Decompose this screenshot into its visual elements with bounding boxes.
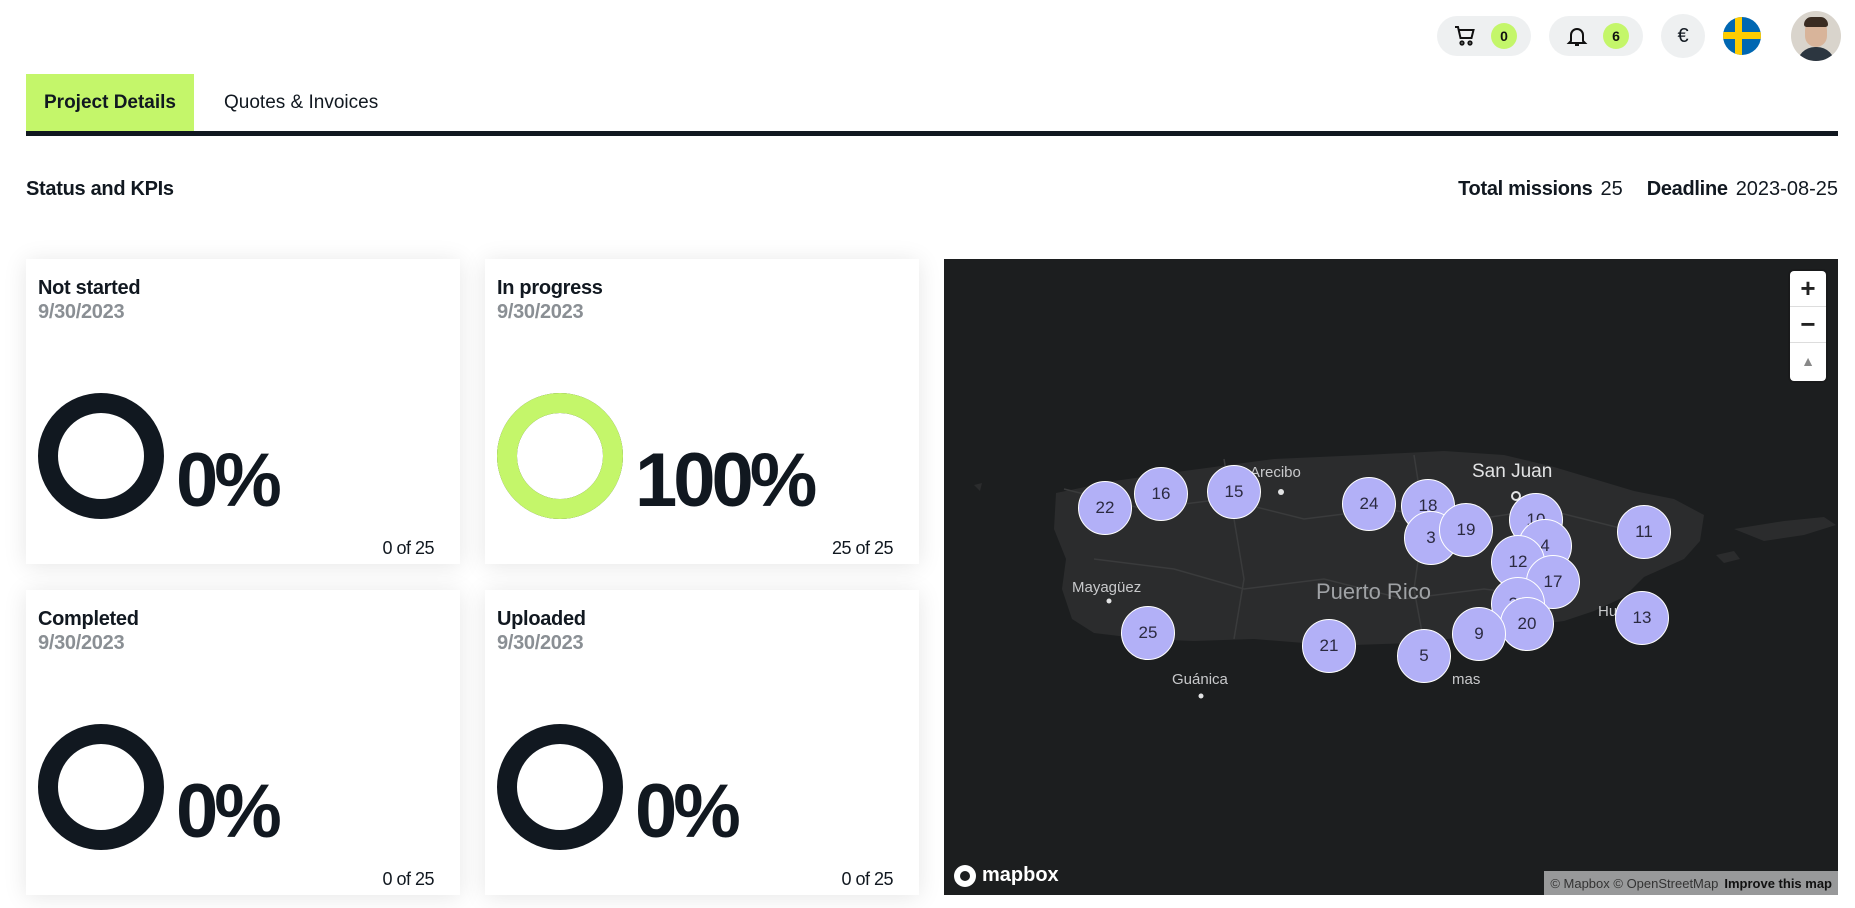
total-missions-label: Total missions xyxy=(1458,178,1593,200)
map-cluster-marker[interactable]: 22 xyxy=(1078,481,1132,535)
kpi-card-completed: Completed 9/30/2023 0% 0 of 25 xyxy=(26,590,460,895)
cart-count-badge: 0 xyxy=(1491,23,1517,49)
map-cluster-marker[interactable]: 21 xyxy=(1302,619,1356,673)
tab-quotes-invoices[interactable]: Quotes & Invoices xyxy=(194,74,408,131)
tab-bar: Project Details Quotes & Invoices xyxy=(26,74,1838,136)
kpi-count: 0 of 25 xyxy=(382,538,434,558)
map-cluster-marker[interactable]: 15 xyxy=(1207,465,1261,519)
kpi-count: 0 of 25 xyxy=(382,869,434,889)
improve-map-link[interactable]: Improve this map xyxy=(1724,876,1832,891)
cart-icon xyxy=(1455,26,1475,46)
section-title: Status and KPIs xyxy=(26,178,174,200)
compass-icon[interactable]: ▲ xyxy=(1790,343,1826,379)
kpi-percent: 0% xyxy=(176,438,282,523)
zoom-out-button[interactable]: − xyxy=(1790,307,1826,343)
top-bar: 0 6 € xyxy=(1437,11,1841,61)
map-zoom-controls: + − ▲ xyxy=(1790,271,1826,381)
kpi-date: 9/30/2023 xyxy=(497,632,584,654)
kpi-card-not-started: Not started 9/30/2023 0% 0 of 25 xyxy=(26,259,460,564)
map-cluster-marker[interactable]: 16 xyxy=(1134,467,1188,521)
zoom-in-button[interactable]: + xyxy=(1790,271,1826,307)
kpi-date: 9/30/2023 xyxy=(497,301,584,323)
kpi-percent: 0% xyxy=(176,769,282,854)
kpi-card-uploaded: Uploaded 9/30/2023 0% 0 of 25 xyxy=(485,590,919,895)
deadline-label: Deadline xyxy=(1646,178,1728,200)
mapbox-logo[interactable]: mapbox xyxy=(954,864,1059,887)
kpi-date: 9/30/2023 xyxy=(38,632,125,654)
sweden-flag-icon[interactable] xyxy=(1723,17,1761,55)
kpi-date: 9/30/2023 xyxy=(38,301,125,323)
mapbox-logo-text: mapbox xyxy=(982,864,1059,886)
map-cluster-marker[interactable]: 20 xyxy=(1500,597,1554,651)
map-cluster-marker[interactable]: 19 xyxy=(1439,503,1493,557)
puerto-rico-landmass xyxy=(974,451,1836,699)
total-missions: Total missions 25 xyxy=(1458,178,1623,201)
map-attribution: © Mapbox © OpenStreetMap Improve this ma… xyxy=(1544,871,1838,895)
map-region-label: Puerto Rico xyxy=(1316,579,1431,604)
kpi-count: 25 of 25 xyxy=(831,538,894,558)
mapbox-logo-icon xyxy=(954,864,976,887)
kpi-donut xyxy=(38,393,164,519)
map-cluster-marker[interactable]: 24 xyxy=(1342,477,1396,531)
kpi-count: 0 of 25 xyxy=(841,869,893,889)
notification-count-badge: 6 xyxy=(1603,23,1629,49)
project-meta: Total missions 25 Deadline 2023-08-25 xyxy=(1458,178,1838,201)
currency-button[interactable]: € xyxy=(1661,14,1705,58)
kpi-title: Uploaded xyxy=(497,608,586,630)
cart-button[interactable]: 0 xyxy=(1437,16,1531,56)
map-cluster-marker[interactable]: 11 xyxy=(1617,505,1671,559)
kpi-percent: 100% xyxy=(635,438,817,523)
kpi-percent: 0% xyxy=(635,769,741,854)
map-cluster-marker[interactable]: 9 xyxy=(1452,607,1506,661)
map-place-label: San Juan xyxy=(1472,461,1553,482)
map-cluster-marker[interactable]: 5 xyxy=(1397,629,1451,683)
mission-map[interactable]: Puerto Rico San Juan Arecibo Mayagüez Hu… xyxy=(944,259,1838,895)
deadline: Deadline 2023-08-25 xyxy=(1647,178,1838,201)
kpi-card-in-progress: In progress 9/30/2023 100% 25 of 25 xyxy=(485,259,919,564)
map-place-label: Mayagüez xyxy=(1072,579,1142,596)
attribution-text[interactable]: © Mapbox © OpenStreetMap xyxy=(1550,876,1718,891)
kpi-donut xyxy=(497,393,623,519)
kpi-title: In progress xyxy=(497,277,603,299)
deadline-value: 2023-08-25 xyxy=(1735,178,1838,200)
avatar[interactable] xyxy=(1791,11,1841,61)
map-cluster-marker[interactable]: 13 xyxy=(1615,591,1669,645)
map-place-label: mas xyxy=(1452,671,1481,688)
notifications-button[interactable]: 6 xyxy=(1549,16,1643,56)
bell-icon xyxy=(1566,28,1588,46)
kpi-donut xyxy=(497,724,623,850)
total-missions-value: 25 xyxy=(1600,178,1623,200)
kpi-donut-progress-arc xyxy=(497,393,623,519)
map-place-label: Guánica xyxy=(1172,671,1228,688)
kpi-donut xyxy=(38,724,164,850)
map-cluster-marker[interactable]: 25 xyxy=(1121,606,1175,660)
tab-project-details[interactable]: Project Details xyxy=(26,74,194,131)
kpi-title: Not started xyxy=(38,277,141,299)
kpi-title: Completed xyxy=(38,608,139,630)
